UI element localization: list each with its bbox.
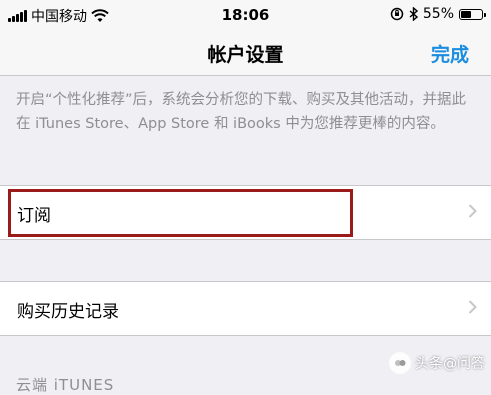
page-title: 帐户设置 (207, 44, 284, 66)
subscriptions-cell[interactable]: 订阅 (0, 185, 491, 240)
purchase-history-label: 购买历史记录 (17, 302, 119, 322)
section-header-itunes-cloud: 云端 iTUNES (16, 376, 115, 394)
watermark: 头条@问答 (389, 352, 485, 374)
done-button[interactable]: 完成 (431, 40, 469, 67)
bluetooth-icon (409, 7, 418, 21)
purchase-history-cell[interactable]: 购买历史记录 (0, 281, 491, 336)
chevron-right-icon (468, 300, 477, 314)
orientation-lock-icon (390, 7, 404, 21)
subscriptions-label: 订阅 (17, 206, 51, 226)
toutiao-logo-icon (389, 352, 411, 374)
personalized-recommendation-description: 开启“个性化推荐”后，系统会分析您的下载、购买及其他活动，并据此在 iTunes… (16, 92, 467, 132)
battery-icon (459, 8, 486, 20)
status-bar: 中国移动 18:06 55% (0, 0, 491, 30)
navigation-bar: 帐户设置 完成 (0, 30, 491, 76)
chevron-right-icon (468, 204, 477, 218)
battery-level-fill (461, 10, 471, 18)
battery-percent: 55% (422, 6, 454, 22)
watermark-text: 头条@问答 (415, 356, 485, 372)
status-bar-right: 55% (390, 6, 486, 22)
